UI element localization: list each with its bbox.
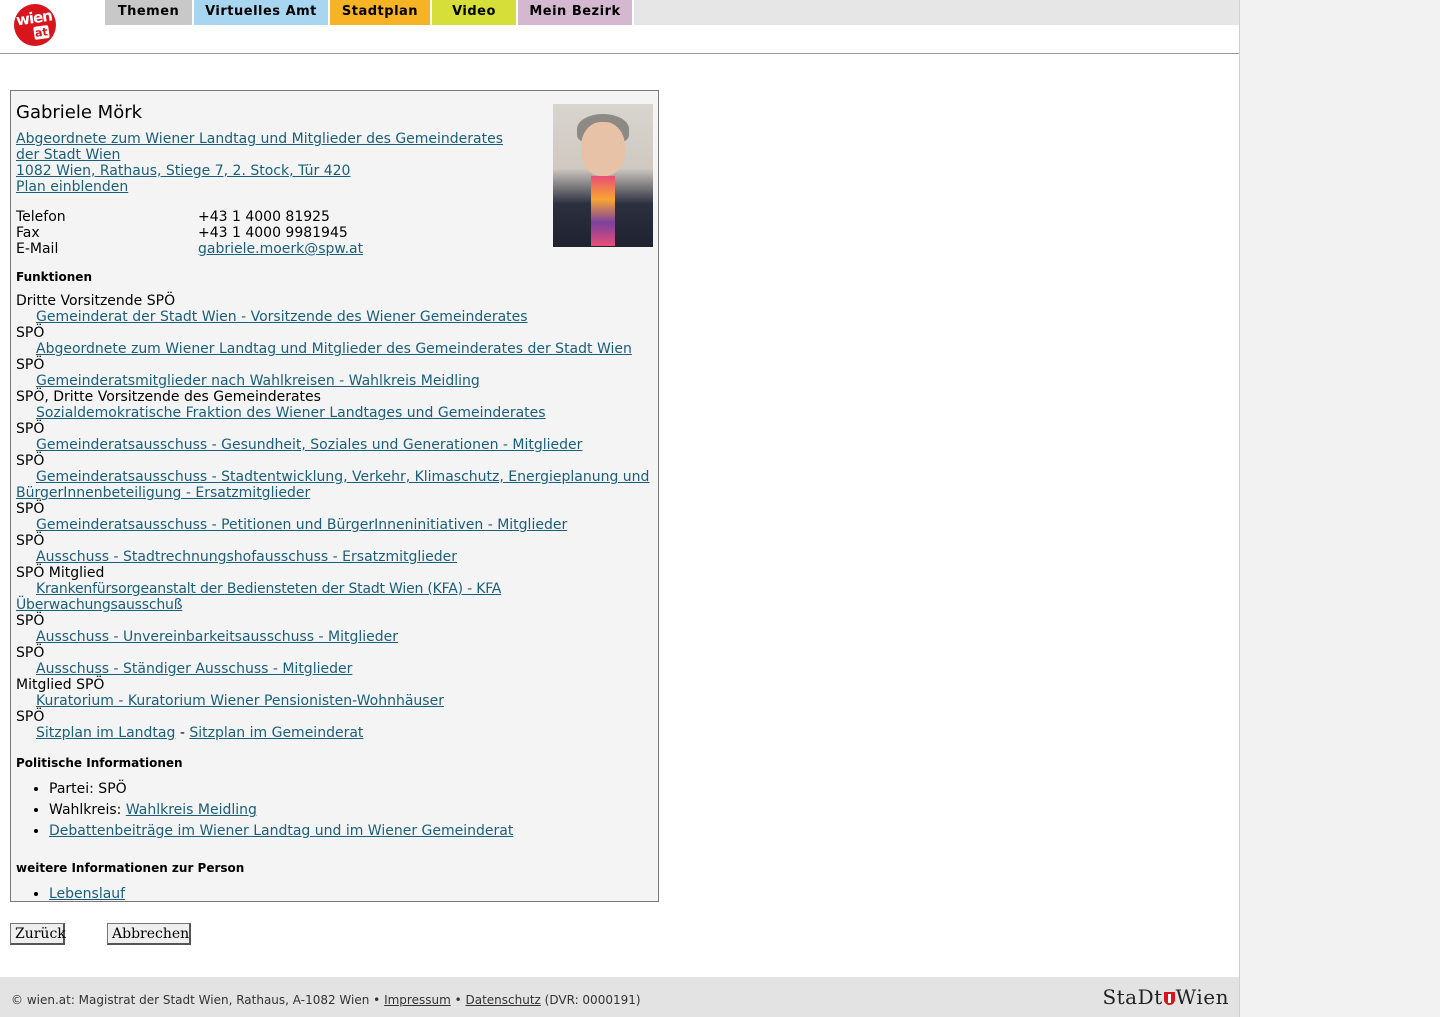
function-item: SPÖ Gemeinderatsmitglieder nach Wahlkreis…: [16, 357, 656, 389]
logo-tld: at: [33, 25, 50, 40]
function-role: Mitglied SPÖ: [16, 677, 105, 693]
function-link[interactable]: Gemeinderatsausschuss - Stadtentwicklung…: [16, 469, 649, 501]
function-item: SPÖ Gemeinderatsausschuss - Petitionen un…: [16, 501, 656, 533]
wien-at-logo[interactable]: wien at: [14, 4, 56, 46]
email-label: E-Mail: [16, 241, 59, 257]
weitere-informationen-list: Lebenslauf: [16, 884, 656, 905]
person-card: Gabriele Mörk Abgeordnete zum Wiener Lan…: [10, 90, 659, 902]
lebenslauf-link[interactable]: Lebenslauf: [49, 886, 125, 902]
wahlkreis-link[interactable]: Wahlkreis Meidling: [126, 802, 257, 818]
fax-label: Fax: [16, 225, 40, 241]
politische-informationen-heading: Politische Informationen: [16, 756, 183, 770]
weitere-informationen-heading: weitere Informationen zur Person: [16, 861, 245, 875]
contact-row-email: E-Mail gabriele.moerk@spw.at: [16, 241, 656, 257]
function-role: SPÖ: [16, 325, 45, 341]
shield-icon: [1163, 992, 1175, 1005]
org-link[interactable]: Abgeordnete zum Wiener Landtag und Mitgl…: [16, 131, 503, 163]
function-link[interactable]: Ausschuss - Unvereinbarkeitsausschuss - …: [36, 629, 398, 645]
function-role: SPÖ: [16, 453, 45, 469]
lebenslauf-item: Lebenslauf: [49, 884, 656, 905]
function-link[interactable]: Kuratorium - Kuratorium Wiener Pensionis…: [36, 693, 444, 709]
header-divider: [0, 53, 1239, 54]
tab-virtuelles-amt[interactable]: Virtuelles Amt: [194, 0, 330, 25]
function-role: Dritte Vorsitzende SPÖ: [16, 293, 176, 309]
email-link[interactable]: gabriele.moerk@spw.at: [198, 241, 363, 257]
function-role: SPÖ: [16, 645, 45, 661]
tab-mein-bezirk[interactable]: Mein Bezirk: [518, 0, 634, 25]
function-link[interactable]: Sozialdemokratische Fraktion des Wiener …: [36, 405, 546, 421]
function-item: SPÖ Abgeordnete zum Wiener Landtag und Mi…: [16, 325, 656, 357]
contact-table: Telefon +43 1 4000 81925 Fax +43 1 4000 …: [16, 209, 656, 257]
phone-value: +43 1 4000 81925: [198, 209, 330, 225]
function-role: SPÖ, Dritte Vorsitzende des Gemeinderate…: [16, 389, 321, 405]
main-navigation: Themen Virtuelles Amt Stadtplan Video Me…: [105, 0, 1239, 25]
stadt-wien-logo[interactable]: StaDt Wien: [1102, 985, 1229, 1009]
function-role: SPÖ Mitglied: [16, 565, 105, 581]
contact-row-fax: Fax +43 1 4000 9981945: [16, 225, 656, 241]
wahlkreis-item: Wahlkreis: Wahlkreis Meidling: [49, 800, 656, 821]
show-map-link[interactable]: Plan einblenden: [16, 179, 128, 195]
fax-value: +43 1 4000 9981945: [198, 225, 348, 241]
function-item: SPÖ Gemeinderatsausschuss - Gesundheit, S…: [16, 421, 656, 453]
footer: © wien.at: Magistrat der Stadt Wien, Rat…: [0, 977, 1239, 1017]
address-link[interactable]: 1082 Wien, Rathaus, Stiege 7, 2. Stock, …: [16, 163, 350, 179]
impressum-link[interactable]: Impressum: [384, 993, 451, 1007]
function-role: SPÖ: [16, 501, 45, 517]
footer-text: © wien.at: Magistrat der Stadt Wien, Rat…: [11, 993, 641, 1007]
function-item: SPÖ Mitglied Krankenfürsorgeanstalt der B…: [16, 565, 656, 613]
tab-stadtplan[interactable]: Stadtplan: [330, 0, 432, 25]
function-role: SPÖ: [16, 421, 45, 437]
footer-dvr: (DVR: 0000191): [540, 993, 641, 1007]
sitzplan-gemeinderat-link[interactable]: Sitzplan im Gemeinderat: [189, 725, 363, 741]
function-item: SPÖ Ausschuss - Ständiger Ausschuss - Mit…: [16, 645, 656, 677]
sitzplan-landtag-link[interactable]: Sitzplan im Landtag: [36, 725, 175, 741]
footer-bullet: •: [369, 993, 385, 1007]
function-item: SPÖ Ausschuss - Unvereinbarkeitsausschuss…: [16, 613, 656, 645]
back-button[interactable]: Zurück: [10, 923, 66, 945]
footer-bullet: •: [450, 993, 466, 1007]
function-link[interactable]: Ausschuss - Ständiger Ausschuss - Mitgli…: [36, 661, 352, 677]
tab-themen[interactable]: Themen: [105, 0, 194, 25]
footer-copyright: © wien.at: Magistrat der Stadt Wien, Rat…: [11, 993, 370, 1007]
function-link[interactable]: Abgeordnete zum Wiener Landtag und Mitgl…: [36, 341, 632, 357]
function-item: Mitglied SPÖ Kuratorium - Kuratorium Wien…: [16, 677, 656, 709]
function-item: SPÖ Gemeinderatsausschuss - Stadtentwickl…: [16, 453, 656, 501]
function-item: SPÖ, Dritte Vorsitzende des Gemeinderate…: [16, 389, 656, 421]
function-role: SPÖ: [16, 533, 45, 549]
brand-left: StaDt: [1102, 985, 1163, 1009]
cancel-button[interactable]: Abbrechen: [107, 923, 191, 945]
function-link[interactable]: Gemeinderatsausschuss - Petitionen und B…: [36, 517, 567, 533]
function-link[interactable]: Krankenfürsorgeanstalt der Bediensteten …: [16, 581, 501, 613]
funktionen-heading: Funktionen: [16, 270, 92, 284]
contact-row-phone: Telefon +43 1 4000 81925: [16, 209, 656, 225]
function-link[interactable]: Gemeinderat der Stadt Wien - Vorsitzende…: [36, 309, 528, 325]
sitzplan-separator: -: [175, 725, 190, 741]
politische-informationen-list: Partei: SPÖ Wahlkreis: Wahlkreis Meidlin…: [16, 779, 656, 842]
partei-item: Partei: SPÖ: [49, 779, 656, 800]
sitzplan-item: SPÖ Sitzplan im Landtag - Sitzplan im Ge…: [16, 709, 656, 741]
debatten-link[interactable]: Debattenbeiträge im Wiener Landtag und i…: [49, 823, 513, 839]
function-item: SPÖ Ausschuss - Stadtrechnungshofausschus…: [16, 533, 656, 565]
wahlkreis-label: Wahlkreis:: [49, 802, 126, 818]
person-name: Gabriele Mörk: [16, 102, 143, 123]
sitzplan-role: SPÖ: [16, 709, 45, 725]
partei-label: Partei: SPÖ: [49, 781, 127, 797]
datenschutz-link[interactable]: Datenschutz: [466, 993, 541, 1007]
function-link[interactable]: Gemeinderatsausschuss - Gesundheit, Sozi…: [36, 437, 582, 453]
function-role: SPÖ: [16, 357, 45, 373]
tab-video[interactable]: Video: [432, 0, 518, 25]
page: wien at Themen Virtuelles Amt Stadtplan …: [0, 0, 1240, 1017]
function-link[interactable]: Ausschuss - Stadtrechnungshofausschuss -…: [36, 549, 457, 565]
brand-right: Wien: [1175, 985, 1229, 1009]
function-role: SPÖ: [16, 613, 45, 629]
function-link[interactable]: Gemeinderatsmitglieder nach Wahlkreisen …: [36, 373, 480, 389]
phone-label: Telefon: [16, 209, 66, 225]
debatten-item: Debattenbeiträge im Wiener Landtag und i…: [49, 821, 656, 842]
funktionen-list: Dritte Vorsitzende SPÖ Gemeinderat der St…: [16, 293, 656, 741]
function-item: Dritte Vorsitzende SPÖ Gemeinderat der St…: [16, 293, 656, 325]
right-gutter: [1240, 0, 1440, 1017]
